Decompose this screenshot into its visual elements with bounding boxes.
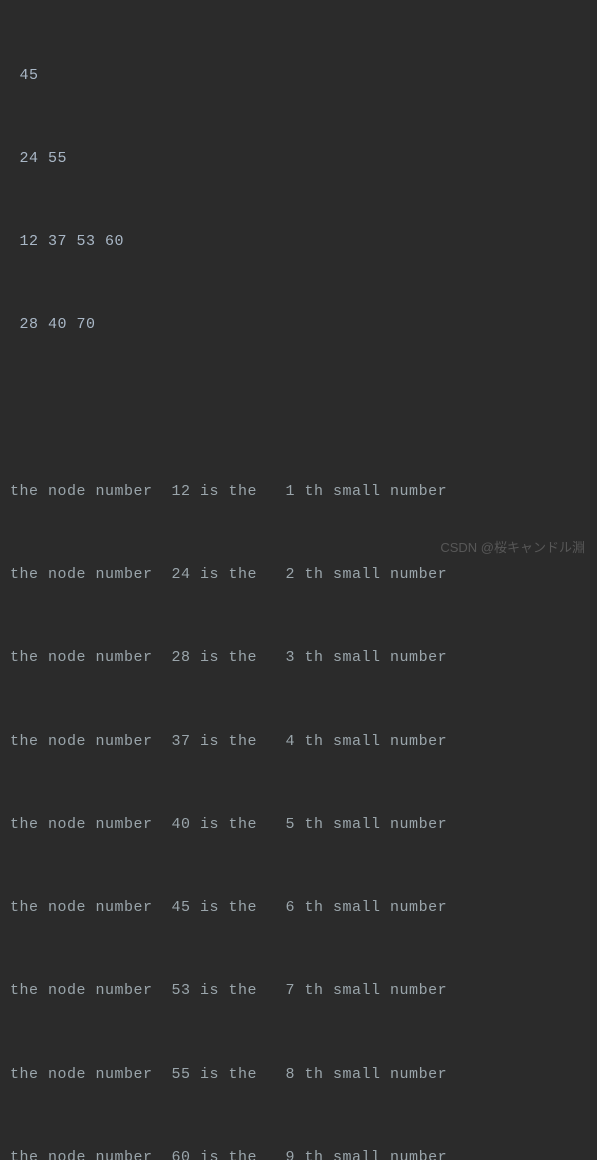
- result-line: the node number 53 is the 7 th small num…: [10, 977, 587, 1005]
- watermark: CSDN @桜キャンドル淵: [440, 536, 585, 560]
- terminal-output: 45 24 55 12 37 53 60 28 40 70 the node n…: [10, 6, 587, 1160]
- result-line: the node number 12 is the 1 th small num…: [10, 478, 587, 506]
- result-line: the node number 55 is the 8 th small num…: [10, 1061, 587, 1089]
- tree-line-1: 45: [10, 62, 587, 90]
- result-line: the node number 60 is the 9 th small num…: [10, 1144, 587, 1160]
- blank-line: [10, 395, 587, 423]
- tree-line-2: 24 55: [10, 145, 587, 173]
- tree-line-3: 12 37 53 60: [10, 228, 587, 256]
- result-line: the node number 37 is the 4 th small num…: [10, 728, 587, 756]
- result-line: the node number 28 is the 3 th small num…: [10, 644, 587, 672]
- tree-line-4: 28 40 70: [10, 311, 587, 339]
- result-line: the node number 24 is the 2 th small num…: [10, 561, 587, 589]
- result-line: the node number 40 is the 5 th small num…: [10, 811, 587, 839]
- result-line: the node number 45 is the 6 th small num…: [10, 894, 587, 922]
